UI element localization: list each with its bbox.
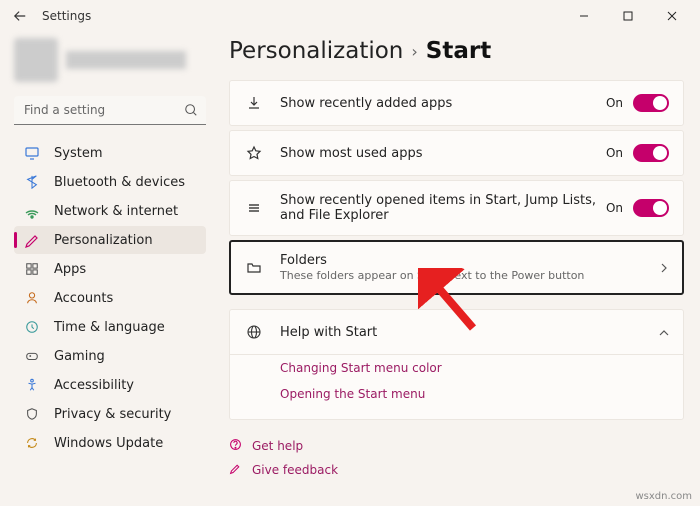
nav-update[interactable]: Windows Update xyxy=(14,429,206,457)
get-help-label: Get help xyxy=(252,439,303,453)
gaming-icon xyxy=(24,348,40,364)
breadcrumb: Personalization › Start xyxy=(229,38,684,64)
help-icon xyxy=(229,438,242,454)
give-feedback-label: Give feedback xyxy=(252,463,338,477)
main-panel: Personalization › Start Show recently ad… xyxy=(215,32,700,506)
maximize-button[interactable] xyxy=(606,2,650,30)
bluetooth-icon xyxy=(24,174,40,190)
toggle-label: On xyxy=(606,201,623,215)
list-icon xyxy=(244,198,264,218)
toggle-label: On xyxy=(606,96,623,110)
minimize-button[interactable] xyxy=(562,2,606,30)
privacy-icon xyxy=(24,406,40,422)
nav-bluetooth[interactable]: Bluetooth & devices xyxy=(14,168,206,196)
folder-icon xyxy=(244,258,264,278)
chevron-up-icon xyxy=(659,323,669,342)
window-title: Settings xyxy=(42,9,91,23)
globe-icon xyxy=(244,322,264,342)
nav-system[interactable]: System xyxy=(14,139,206,167)
help-header[interactable]: Help with Start xyxy=(230,310,683,354)
avatar xyxy=(14,38,58,82)
nav-label: Network & internet xyxy=(54,204,178,219)
card-title: Show most used apps xyxy=(280,146,606,161)
star-icon xyxy=(244,143,264,163)
nav-apps[interactable]: Apps xyxy=(14,255,206,283)
search-input[interactable] xyxy=(14,96,206,125)
toggle-switch[interactable] xyxy=(633,144,669,162)
card-title: Show recently added apps xyxy=(280,96,606,111)
nav-label: Accessibility xyxy=(54,378,134,393)
give-feedback-link[interactable]: Give feedback xyxy=(229,458,684,482)
breadcrumb-parent[interactable]: Personalization xyxy=(229,38,403,64)
card-title: Show recently opened items in Start, Jum… xyxy=(280,193,606,223)
nav-personalization[interactable]: Personalization xyxy=(14,226,206,254)
back-button[interactable] xyxy=(6,2,34,30)
feedback-icon xyxy=(229,462,242,478)
nav-label: Personalization xyxy=(54,233,153,248)
close-button[interactable] xyxy=(650,2,694,30)
toggle-label: On xyxy=(606,146,623,160)
nav-label: Time & language xyxy=(54,320,165,335)
user-profile[interactable] xyxy=(14,38,215,82)
sidebar: System Bluetooth & devices Network & int… xyxy=(0,32,215,506)
nav-privacy[interactable]: Privacy & security xyxy=(14,400,206,428)
toggle-switch[interactable] xyxy=(633,94,669,112)
setting-most-used-apps[interactable]: Show most used apps On xyxy=(229,130,684,176)
card-subtitle: These folders appear on Start next to th… xyxy=(280,269,659,282)
time-icon xyxy=(24,319,40,335)
nav-label: System xyxy=(54,146,102,161)
update-icon xyxy=(24,435,40,451)
get-help-link[interactable]: Get help xyxy=(229,434,684,458)
username-redacted xyxy=(66,51,186,69)
search-icon xyxy=(184,102,198,121)
network-icon xyxy=(24,203,40,219)
help-section: Help with Start Changing Start menu colo… xyxy=(229,309,684,420)
download-icon xyxy=(244,93,264,113)
setting-recently-opened-items[interactable]: Show recently opened items in Start, Jum… xyxy=(229,180,684,236)
nav-gaming[interactable]: Gaming xyxy=(14,342,206,370)
chevron-right-icon: › xyxy=(411,42,417,61)
toggle-switch[interactable] xyxy=(633,199,669,217)
help-link-color[interactable]: Changing Start menu color xyxy=(280,355,669,381)
nav-label: Windows Update xyxy=(54,436,163,451)
nav-label: Bluetooth & devices xyxy=(54,175,185,190)
nav-label: Privacy & security xyxy=(54,407,171,422)
nav-accessibility[interactable]: Accessibility xyxy=(14,371,206,399)
help-link-open[interactable]: Opening the Start menu xyxy=(280,381,669,407)
system-icon xyxy=(24,145,40,161)
setting-folders[interactable]: Folders These folders appear on Start ne… xyxy=(229,240,684,295)
accessibility-icon xyxy=(24,377,40,393)
accounts-icon xyxy=(24,290,40,306)
nav-network[interactable]: Network & internet xyxy=(14,197,206,225)
nav-label: Gaming xyxy=(54,349,105,364)
card-title: Folders xyxy=(280,253,659,268)
nav-accounts[interactable]: Accounts xyxy=(14,284,206,312)
nav-label: Apps xyxy=(54,262,86,277)
breadcrumb-current: Start xyxy=(426,38,491,64)
titlebar: Settings xyxy=(0,0,700,32)
help-title: Help with Start xyxy=(280,325,659,340)
watermark: wsxdn.com xyxy=(635,491,692,502)
setting-recently-added-apps[interactable]: Show recently added apps On xyxy=(229,80,684,126)
chevron-right-icon xyxy=(659,258,669,277)
apps-icon xyxy=(24,261,40,277)
personalization-icon xyxy=(24,232,40,248)
nav-label: Accounts xyxy=(54,291,113,306)
nav-time[interactable]: Time & language xyxy=(14,313,206,341)
